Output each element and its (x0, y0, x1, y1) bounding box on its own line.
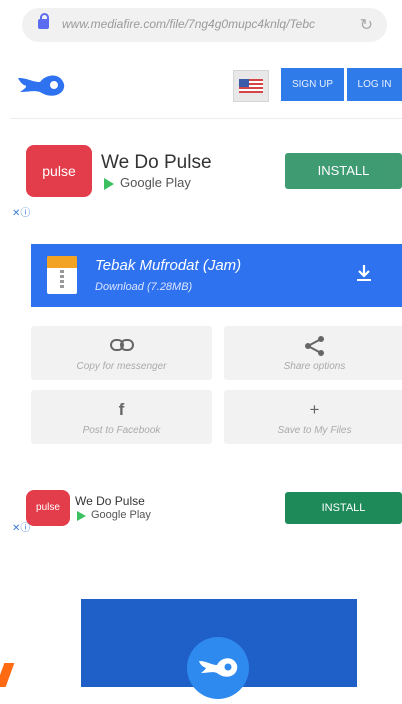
orange-corner-shape (0, 663, 15, 687)
adchoices-icon[interactable]: ✕ⓘ (12, 519, 30, 534)
google-play-icon (77, 511, 86, 521)
file-name: Tebak Mufrodat (Jam) (95, 257, 242, 274)
facebook-icon: f (118, 400, 125, 419)
address-bar[interactable]: www.mediafire.com/file/7ng4g0mupc4knlq/T… (22, 8, 387, 42)
zip-file-icon (47, 256, 77, 294)
reload-icon[interactable]: ↻ (360, 15, 373, 35)
sign-up-button[interactable]: SIGN UP (281, 68, 344, 101)
ad-install-button[interactable]: INSTALL (285, 153, 402, 189)
ad-store-label: Google Play (120, 175, 191, 190)
ad-title[interactable]: We Do Pulse (101, 152, 212, 174)
ad-install-button[interactable]: INSTALL (285, 492, 402, 524)
pulse-app-icon[interactable]: pulse (26, 490, 70, 526)
link-icon (110, 339, 134, 351)
log-in-button[interactable]: LOG IN (347, 68, 402, 101)
tile-label: Save to My Files (277, 425, 352, 436)
lock-icon (38, 13, 49, 29)
download-button[interactable]: Tebak Mufrodat (Jam) Download (7.28MB) (31, 244, 402, 307)
url-text[interactable]: www.mediafire.com/file/7ng4g0mupc4knlq/T… (62, 17, 337, 31)
us-flag-icon (239, 79, 263, 93)
ad-store-label: Google Play (91, 509, 151, 521)
plus-icon: + (309, 400, 320, 419)
mediafire-logo-icon (187, 637, 249, 699)
adchoices-icon[interactable]: ✕ⓘ (12, 204, 30, 219)
save-to-my-files-button[interactable]: + Save to My Files (224, 390, 402, 444)
header-divider (10, 118, 402, 119)
tile-label: Post to Facebook (82, 425, 161, 436)
post-to-facebook-button[interactable]: f Post to Facebook (31, 390, 212, 444)
ad-title[interactable]: We Do Pulse (75, 494, 145, 508)
mediafire-logo[interactable] (16, 70, 66, 100)
language-flag[interactable] (233, 70, 269, 102)
tile-label: Share options (283, 361, 346, 372)
share-options-button[interactable]: Share options (224, 326, 402, 380)
copy-for-messenger-button[interactable]: Copy for messenger (31, 326, 212, 380)
tile-label: Copy for messenger (76, 361, 167, 372)
pulse-app-icon[interactable]: pulse (26, 145, 92, 197)
download-size: Download (7.28MB) (95, 281, 193, 293)
google-play-icon (104, 178, 114, 190)
download-icon (357, 265, 371, 281)
mediafire-promo-banner[interactable] (81, 599, 357, 699)
share-icon (305, 336, 324, 356)
